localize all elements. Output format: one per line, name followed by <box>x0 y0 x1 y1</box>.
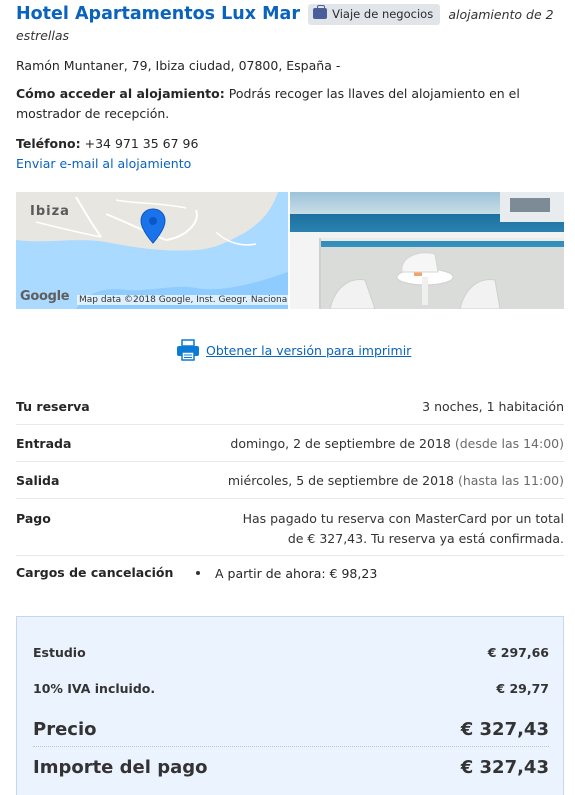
price-label: Precio <box>33 719 97 740</box>
reservation-label: Tu reserva <box>16 398 90 414</box>
checkout-value: miércoles, 5 de septiembre de 2018 <box>227 472 454 488</box>
cancellation-fee-value: A partir de ahora: € 98,23 <box>215 566 378 581</box>
bullet-icon <box>196 571 200 575</box>
location-map[interactable]: Ibiza Google Map data ©2018 Google, Inst… <box>16 192 288 309</box>
checkout-time: (hasta las 11:00) <box>457 472 564 488</box>
cancellation-fee-item: A partir de ahora: € 98,23 <box>196 566 377 581</box>
checkin-value: domingo, 2 de septiembre de 2018 <box>230 435 451 451</box>
phone-info: Teléfono: +34 971 35 67 96 <box>16 136 198 151</box>
access-info: Cómo acceder al alojamiento: Podrás reco… <box>16 84 536 124</box>
business-trip-badge: Viaje de negocios <box>308 4 441 25</box>
detail-row-checkout: Salida miércoles, 5 de septiembre de 201… <box>16 462 564 499</box>
checkout-value-wrap: miércoles, 5 de septiembre de 2018 (hast… <box>228 473 564 488</box>
payment-amount-label: Importe del pago <box>33 757 208 778</box>
studio-label: Estudio <box>33 645 86 660</box>
hotel-address: Ramón Muntaner, 79, Ibiza ciudad, 07800,… <box>16 58 341 73</box>
hotel-photo[interactable] <box>290 192 564 309</box>
total-price-line: Precio € 327,43 <box>33 719 549 747</box>
studio-price-line: Estudio € 297,66 <box>33 645 549 660</box>
cancellation-label: Cargos de cancelación <box>16 565 174 580</box>
print-version-row[interactable]: Obtener la versión para imprimir <box>176 338 411 362</box>
printer-icon[interactable] <box>176 339 200 361</box>
price-value: € 327,43 <box>460 719 549 740</box>
access-label: Cómo acceder al alojamiento: <box>16 86 225 101</box>
checkin-value-wrap: domingo, 2 de septiembre de 2018 (desde … <box>230 436 564 451</box>
detail-row-reservation: Tu reserva 3 noches, 1 habitación <box>16 388 564 425</box>
map-city-label: Ibiza <box>30 204 70 219</box>
map-credit: Map data ©2018 Google, Inst. Geogr. Naci… <box>77 295 288 305</box>
detail-row-payment: Pago Has pagado tu reserva con MasterCar… <box>16 499 564 556</box>
vat-value: € 29,77 <box>496 681 549 696</box>
checkout-label: Salida <box>16 472 60 488</box>
vat-line: 10% IVA incluido. € 29,77 <box>33 681 549 696</box>
hotel-name[interactable]: Hotel Apartamentos Lux Mar <box>16 4 300 24</box>
payment-amount-line: Importe del pago € 327,43 <box>33 757 549 778</box>
checkin-time: (desde las 14:00) <box>454 435 564 451</box>
print-version-link[interactable]: Obtener la versión para imprimir <box>206 343 411 358</box>
balcony-photo-graphic <box>290 192 564 309</box>
studio-value: € 297,66 <box>487 645 549 660</box>
google-logo: Google <box>20 289 70 304</box>
payment-amount-value: € 327,43 <box>460 757 549 778</box>
phone-number: +34 971 35 67 96 <box>84 136 199 151</box>
business-trip-label: Viaje de negocios <box>332 7 434 21</box>
detail-row-checkin: Entrada domingo, 2 de septiembre de 2018… <box>16 425 564 462</box>
reservation-value: 3 noches, 1 habitación <box>422 398 564 414</box>
location-pin-icon <box>140 208 166 244</box>
email-hotel-link[interactable]: Enviar e-mail al alojamiento <box>16 156 191 171</box>
price-summary: Estudio € 297,66 10% IVA incluido. € 29,… <box>16 616 564 795</box>
payment-label: Pago <box>16 511 51 526</box>
vat-label: 10% IVA incluido. <box>33 681 156 696</box>
reservation-details: Tu reserva 3 noches, 1 habitación Entrad… <box>16 388 564 596</box>
phone-label: Teléfono: <box>16 136 81 151</box>
checkin-label: Entrada <box>16 435 72 451</box>
hotel-header: Hotel Apartamentos Lux Mar Viaje de nego… <box>16 4 561 46</box>
payment-value: Has pagado tu reserva con MasterCard por… <box>242 511 564 546</box>
briefcase-icon <box>313 5 328 19</box>
